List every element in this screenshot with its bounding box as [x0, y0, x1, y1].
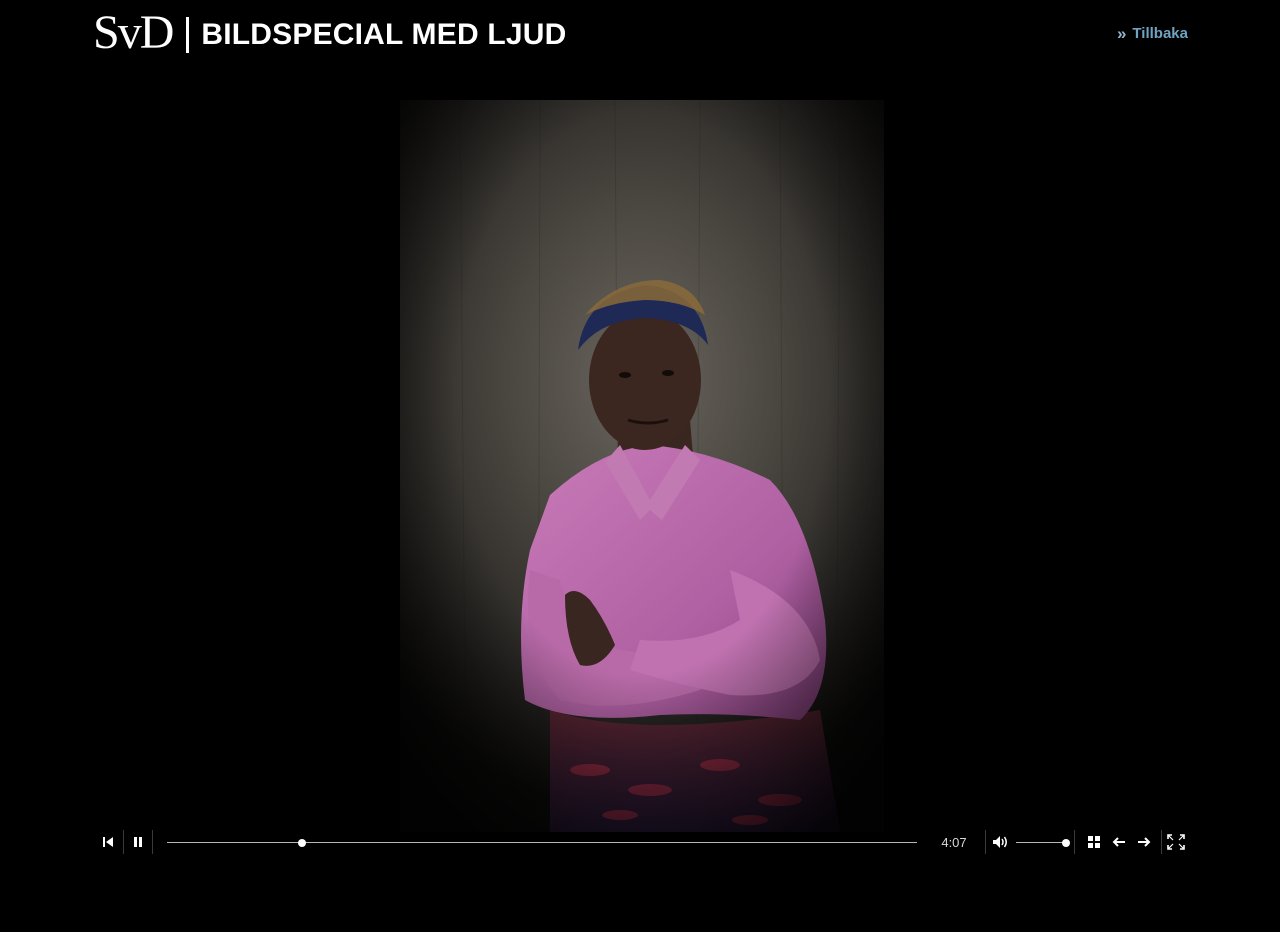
skip-back-icon — [103, 837, 113, 847]
page: SvD BILDSPECIAL MED LJUD » Tillbaka 4:07 — [0, 0, 1280, 932]
svd-logo[interactable]: SvD — [93, 9, 174, 57]
player-controls: 4:07 — [96, 828, 1190, 856]
previous-image-button[interactable] — [1108, 828, 1130, 856]
section-title: BILDSPECIAL MED LJUD — [201, 18, 567, 51]
next-image-button[interactable] — [1133, 828, 1155, 856]
pause-icon — [134, 837, 142, 847]
volume-knob[interactable] — [1062, 839, 1070, 847]
pause-button[interactable] — [128, 828, 148, 856]
control-divider — [1161, 830, 1162, 854]
elapsed-time: 4:07 — [941, 834, 967, 850]
double-chevron-icon: » — [1116, 24, 1127, 43]
control-divider — [1074, 830, 1075, 854]
control-divider — [123, 830, 124, 854]
arrow-left-icon — [1112, 837, 1125, 847]
control-divider — [152, 830, 153, 854]
portrait-illustration — [400, 100, 884, 832]
fullscreen-icon — [1167, 834, 1185, 850]
progress-track[interactable] — [167, 842, 917, 843]
portrait-photo — [400, 100, 884, 832]
control-divider — [985, 830, 986, 854]
skip-back-button[interactable] — [98, 828, 118, 856]
volume-track[interactable] — [1016, 842, 1066, 843]
volume-button[interactable] — [990, 828, 1012, 856]
volume-icon — [993, 836, 1007, 848]
progress-knob[interactable] — [298, 839, 306, 847]
arrow-right-icon — [1138, 837, 1151, 847]
fullscreen-button[interactable] — [1165, 828, 1187, 856]
back-link[interactable]: » Tillbaka — [1117, 25, 1188, 42]
header-divider — [186, 17, 190, 53]
back-link-label: Tillbaka — [1132, 25, 1188, 42]
grid-view-button[interactable] — [1084, 828, 1104, 856]
header: SvD BILDSPECIAL MED LJUD — [93, 8, 567, 58]
grid-icon — [1088, 836, 1100, 848]
